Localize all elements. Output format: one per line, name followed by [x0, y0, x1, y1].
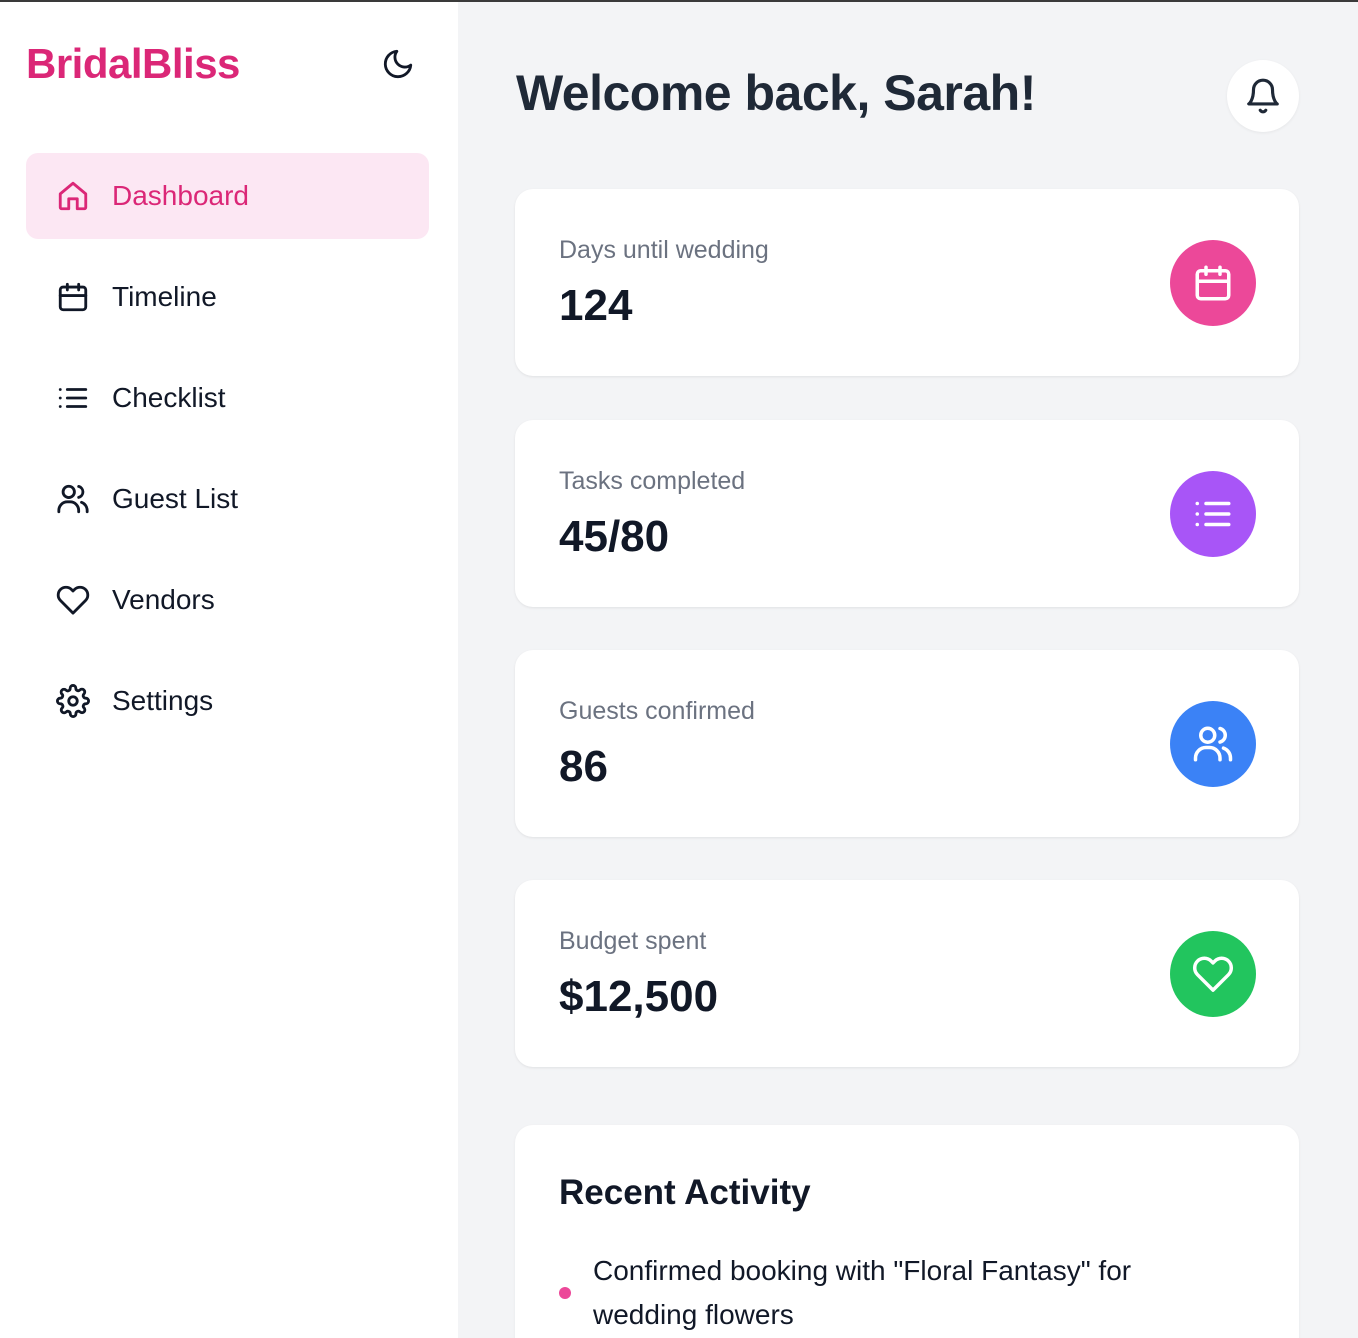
theme-toggle-button[interactable]	[378, 44, 418, 84]
notifications-button[interactable]	[1227, 60, 1299, 132]
sidebar-item-guest-list[interactable]: Guest List	[26, 456, 429, 542]
sidebar-item-label: Guest List	[112, 483, 239, 514]
stat-label: Budget spent	[559, 927, 707, 955]
brand-logo[interactable]: BridalBliss	[26, 40, 240, 88]
users-icon	[1193, 726, 1233, 762]
stat-card-guests-confirmed: Guests confirmed 86	[515, 650, 1299, 837]
sidebar-item-label: Dashboard	[112, 180, 249, 211]
sidebar: BridalBliss Dashboard Timeline Checklist…	[0, 0, 458, 1338]
stat-label: Days until wedding	[559, 236, 769, 264]
activity-dot	[559, 1287, 571, 1299]
stat-label: Tasks completed	[559, 467, 746, 495]
app: BridalBliss Dashboard Timeline Checklist…	[0, 0, 1358, 1338]
section-title: Recent Activity	[559, 1173, 811, 1212]
users-icon	[55, 481, 91, 517]
sidebar-item-timeline[interactable]: Timeline	[26, 254, 429, 340]
sidebar-item-label: Checklist	[112, 382, 226, 413]
stat-card-budget-spent: Budget spent $12,500	[515, 880, 1299, 1067]
stat-icon-badge	[1170, 240, 1256, 326]
stat-icon-badge	[1170, 471, 1256, 557]
sidebar-item-label: Timeline	[112, 281, 217, 312]
calendar-icon	[55, 279, 91, 315]
sidebar-item-label: Vendors	[112, 584, 215, 615]
sidebar-nav: Dashboard Timeline Checklist Guest List …	[26, 153, 429, 759]
stat-icon-badge	[1170, 701, 1256, 787]
stat-value: 124	[559, 281, 633, 330]
stat-value: $12,500	[559, 972, 719, 1021]
window-top-border	[0, 0, 1358, 2]
heart-icon	[1192, 956, 1234, 992]
activity-item: Confirmed booking with "Floral Fantasy" …	[559, 1249, 1199, 1337]
sidebar-item-vendors[interactable]: Vendors	[26, 557, 429, 643]
sidebar-item-settings[interactable]: Settings	[26, 658, 429, 744]
heart-icon	[55, 582, 91, 618]
bell-icon	[1247, 78, 1279, 114]
sidebar-item-dashboard[interactable]: Dashboard	[26, 153, 429, 239]
gear-icon	[55, 683, 91, 719]
stat-value: 45/80	[559, 512, 670, 561]
stat-value: 86	[559, 742, 608, 791]
list-icon	[55, 380, 91, 416]
moon-icon	[383, 49, 413, 79]
main-content: Welcome back, Sarah! Days until wedding …	[458, 0, 1358, 1338]
sidebar-item-label: Settings	[112, 685, 214, 716]
activity-text: Confirmed booking with "Floral Fantasy" …	[593, 1255, 1132, 1330]
calendar-icon	[1195, 265, 1231, 301]
stat-card-days-until-wedding: Days until wedding 124	[515, 189, 1299, 376]
stat-label: Guests confirmed	[559, 697, 755, 725]
stat-icon-badge	[1170, 931, 1256, 1017]
recent-activity-panel: Recent Activity Confirmed booking with "…	[515, 1125, 1299, 1338]
home-icon	[55, 178, 91, 214]
page-title: Welcome back, Sarah!	[516, 65, 1036, 121]
list-icon	[1195, 501, 1231, 527]
sidebar-item-checklist[interactable]: Checklist	[26, 355, 429, 441]
stat-card-tasks-completed: Tasks completed 45/80	[515, 420, 1299, 607]
